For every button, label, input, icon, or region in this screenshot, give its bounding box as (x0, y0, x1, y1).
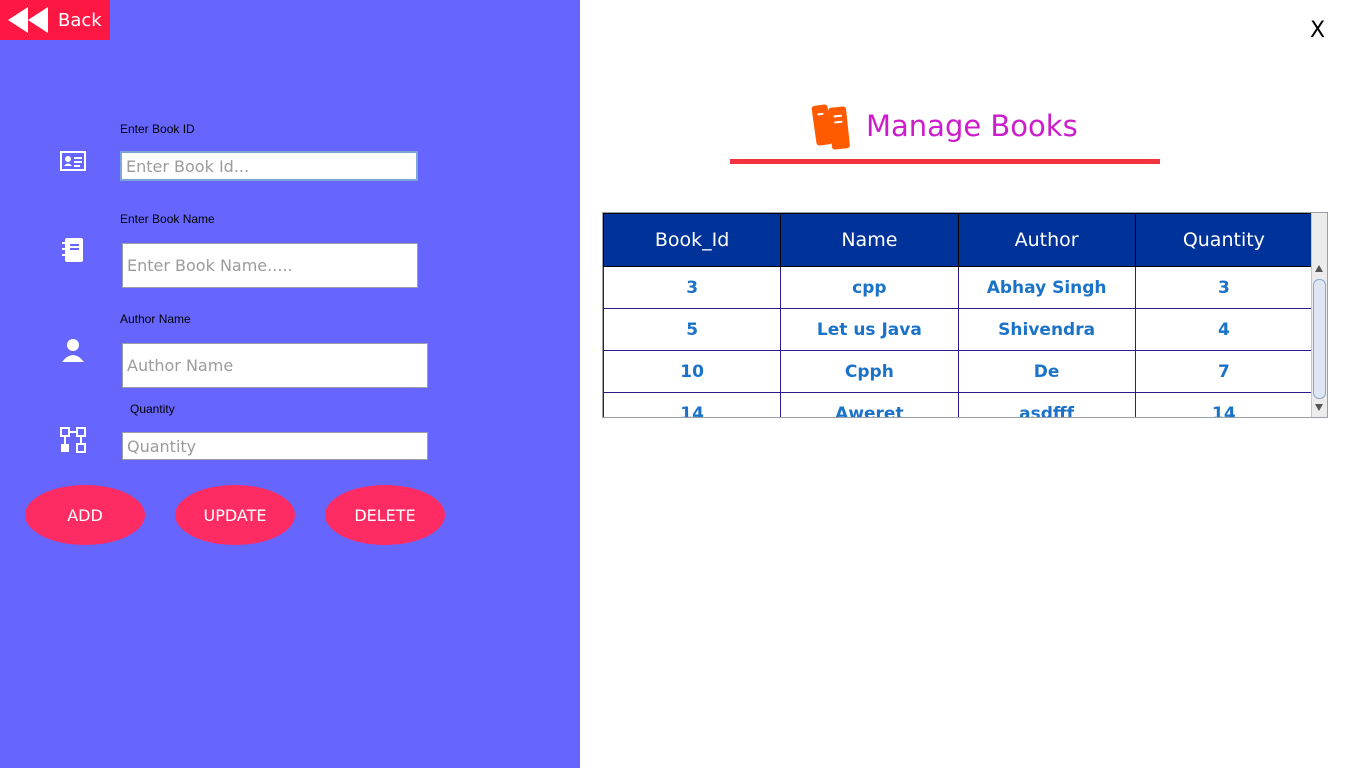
table-scrollbar[interactable] (1311, 213, 1327, 417)
table-cell: cpp (780, 266, 959, 309)
quantity-input[interactable] (122, 432, 428, 460)
page-header: Manage Books (810, 98, 1078, 154)
title-underline (730, 159, 1160, 164)
table-cell: 10 (603, 350, 782, 393)
table-cell: Shivendra (957, 308, 1136, 351)
quantity-label: Quantity (130, 402, 175, 416)
books-table: Book_Id Name Author Quantity 3 cpp Abhay… (603, 213, 1314, 417)
table-cell: 4 (1134, 308, 1314, 351)
update-button[interactable]: UPDATE (175, 485, 295, 545)
page-title: Manage Books (866, 109, 1078, 143)
back-button[interactable]: Back (0, 0, 110, 40)
column-header-book-id[interactable]: Book_Id (603, 213, 782, 267)
column-header-name[interactable]: Name (780, 213, 959, 267)
rewind-icon (8, 7, 48, 33)
book-id-input[interactable] (120, 151, 418, 181)
table-cell: 3 (603, 266, 782, 309)
book-name-input[interactable] (122, 243, 418, 288)
table-row[interactable]: 14 Aweret asdfff 14 (603, 392, 1314, 417)
table-cell: Abhay Singh (957, 266, 1136, 309)
author-name-label: Author Name (120, 312, 191, 326)
table-cell: 14 (603, 392, 782, 417)
table-cell: Aweret (780, 392, 959, 417)
column-header-quantity[interactable]: Quantity (1134, 213, 1314, 267)
id-card-icon (60, 151, 86, 171)
table-cell: 5 (603, 308, 782, 351)
table-cell: 7 (1134, 350, 1314, 393)
notebook-icon (62, 238, 83, 262)
form-panel: Back Enter Book ID Enter Book Name Autho… (0, 0, 580, 768)
table-cell: Cpph (780, 350, 959, 393)
table-cell: De (957, 350, 1136, 393)
add-button[interactable]: ADD (25, 485, 145, 545)
table-row[interactable]: 10 Cpph De 7 (603, 350, 1314, 393)
table-cell: 14 (1134, 392, 1314, 417)
table-header-row: Book_Id Name Author Quantity (603, 213, 1314, 267)
scroll-up-icon[interactable] (1315, 265, 1323, 272)
author-name-input[interactable] (122, 343, 428, 388)
column-header-author[interactable]: Author (957, 213, 1136, 267)
table-cell: asdfff (957, 392, 1136, 417)
table-cell: Let us Java (780, 308, 959, 351)
book-id-label: Enter Book ID (120, 122, 195, 136)
table-row[interactable]: 3 cpp Abhay Singh 3 (603, 266, 1314, 309)
books-icon (811, 104, 850, 150)
scroll-down-icon[interactable] (1315, 404, 1323, 411)
delete-button[interactable]: DELETE (325, 485, 445, 545)
user-icon (62, 339, 84, 362)
table-row[interactable]: 5 Let us Java Shivendra 4 (603, 308, 1314, 351)
back-label: Back (58, 9, 102, 31)
hierarchy-icon (60, 427, 86, 453)
scrollbar-thumb[interactable] (1313, 279, 1326, 399)
table-cell: 3 (1134, 266, 1314, 309)
books-table-container[interactable]: Book_Id Name Author Quantity 3 cpp Abhay… (602, 212, 1328, 418)
book-name-label: Enter Book Name (120, 212, 215, 226)
close-button[interactable]: X (1310, 18, 1325, 43)
